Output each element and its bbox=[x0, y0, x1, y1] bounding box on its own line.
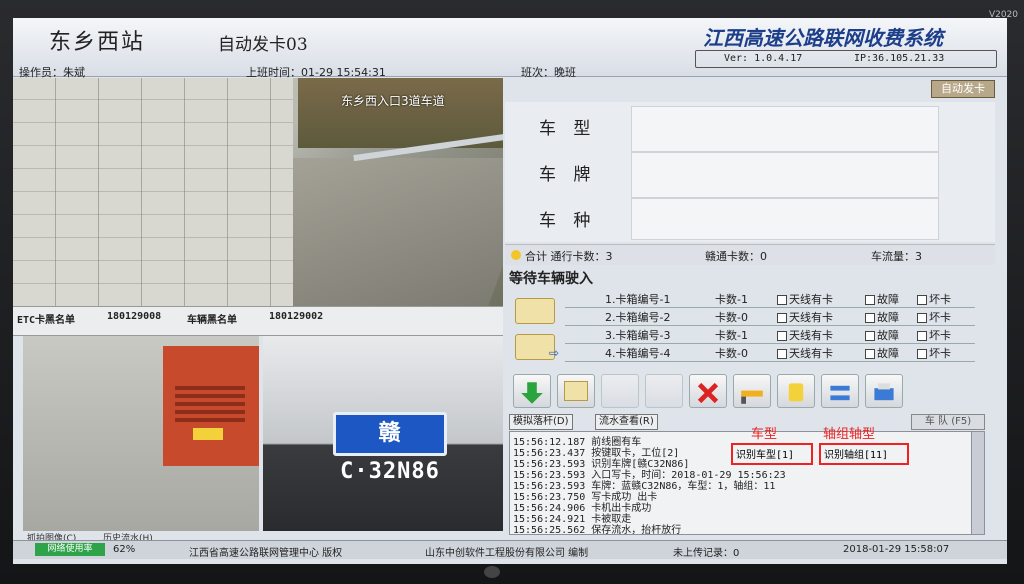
vehicle-type-annotation: 识别车型[1] bbox=[731, 443, 813, 465]
fault-check[interactable]: 故障 bbox=[865, 309, 899, 325]
antenna-check[interactable]: 天线有卡 bbox=[777, 309, 833, 325]
card-bin-row: 2.卡箱编号-2 卡数-0 天线有卡 故障 坏卡 bbox=[565, 308, 975, 326]
datetime: 2018-01-29 15:58:07 bbox=[843, 544, 950, 555]
card-bin-row: 1.卡箱编号-1 卡数-1 天线有卡 故障 坏卡 bbox=[565, 290, 975, 308]
card-bins: ⇨ 1.卡箱编号-1 卡数-1 天线有卡 故障 坏卡 2.卡箱编号-2 卡数-0… bbox=[505, 290, 995, 370]
log-line: 15:56:25.562 保存流水，抬杆放行 bbox=[513, 525, 682, 535]
bin-count: 卡数-1 bbox=[715, 329, 748, 342]
bin-count: 卡数-1 bbox=[715, 293, 748, 306]
system-title: 江西高速公路联网收费系统 bbox=[703, 26, 943, 50]
gantong-cards: 赣通卡数：0 bbox=[705, 250, 767, 263]
counts-bar: 合计 通行卡数：3 赣通卡数：0 车流量：3 bbox=[505, 244, 995, 265]
bad-card-check[interactable]: 坏卡 bbox=[917, 345, 951, 361]
traffic-flow: 车流量：3 bbox=[871, 250, 922, 263]
fault-check[interactable]: 故障 bbox=[865, 327, 899, 343]
simulate-gate-button[interactable]: 模拟落杆(D) bbox=[509, 414, 573, 430]
disabled-tool-button[interactable] bbox=[645, 374, 683, 408]
vehicle-category-field bbox=[631, 198, 939, 240]
bin-number: 3.卡箱编号-3 bbox=[605, 329, 671, 342]
operator-bar: 操作员：朱斌 上班时间：01-29 15:54:31 班次：晚班 bbox=[13, 64, 1007, 79]
toll-screen: 东乡西站 自动发卡03 江西高速公路联网收费系统 Ver: 1.0.4.17 I… bbox=[13, 18, 1007, 564]
vehicle-category-label: 车 种 bbox=[539, 211, 597, 231]
toolbar bbox=[513, 374, 983, 410]
shift-text: 班次：晚班 bbox=[521, 66, 576, 79]
bin-number: 4.卡箱编号-4 bbox=[605, 347, 671, 360]
truck-image bbox=[163, 346, 259, 466]
cancel-button[interactable] bbox=[689, 374, 727, 408]
status-bar: 网络使用率 62% 江西省高速公路联网管理中心 版权 山东中创软件工程股份有限公… bbox=[13, 540, 1007, 559]
vehicle-info-panel: 车 型 车 牌 车 种 bbox=[505, 102, 995, 242]
vehicle-type-field bbox=[631, 106, 939, 152]
transfer-button[interactable] bbox=[821, 374, 859, 408]
vehicle-blacklist-value: 180129002 bbox=[269, 311, 324, 322]
station-name: 东乡西站 bbox=[49, 30, 146, 55]
action-row: 模拟落杆(D) 流水查看(R) 车 队 (F5) bbox=[509, 414, 985, 430]
hand-card-button[interactable] bbox=[777, 374, 815, 408]
camera-wall bbox=[13, 78, 293, 306]
transfer-icon bbox=[830, 385, 850, 401]
bin-count: 卡数-0 bbox=[715, 311, 748, 324]
etc-blacklist-label: ETC卡黑名单 bbox=[17, 315, 76, 326]
vehicle-type-label: 车 型 bbox=[539, 119, 597, 139]
truck-camera-view bbox=[23, 336, 259, 531]
bin-number: 2.卡箱编号-2 bbox=[605, 311, 671, 324]
etc-blacklist-value: 180129008 bbox=[107, 311, 162, 322]
vehicle-blacklist-label: 车辆黑名单 bbox=[187, 315, 237, 326]
antenna-check[interactable]: 天线有卡 bbox=[777, 327, 833, 343]
printer-icon bbox=[874, 383, 894, 401]
fault-check[interactable]: 故障 bbox=[865, 291, 899, 307]
axle-annotation: 识别轴组[11] bbox=[819, 443, 909, 465]
bad-card-check[interactable]: 坏卡 bbox=[917, 291, 951, 307]
status-dot-icon bbox=[511, 250, 521, 260]
vehicle-plate-field bbox=[631, 152, 939, 198]
antenna-check[interactable]: 天线有卡 bbox=[777, 345, 833, 361]
card-bin-icon bbox=[515, 298, 555, 324]
card-icon bbox=[564, 381, 588, 401]
bin-count: 卡数-0 bbox=[715, 347, 748, 360]
network-usage: 网络使用率 bbox=[35, 543, 105, 556]
axle-caption: 轴组轴型 bbox=[823, 427, 876, 442]
barrier-icon bbox=[741, 390, 763, 404]
down-arrow-button[interactable] bbox=[513, 374, 551, 408]
camera-overlay-label: 东乡西入口3道车道 bbox=[341, 94, 445, 108]
company-text: 山东中创软件工程股份有限公司 编制 bbox=[425, 548, 589, 559]
card-button[interactable] bbox=[557, 374, 595, 408]
blacklist-strip: ETC卡黑名单 180129008 车辆黑名单 180129002 bbox=[13, 306, 503, 336]
bad-card-check[interactable]: 坏卡 bbox=[917, 309, 951, 325]
flow-view-button[interactable]: 流水查看(R) bbox=[595, 414, 658, 430]
disabled-tool-button[interactable] bbox=[601, 374, 639, 408]
total-cards: 合计 通行卡数：3 bbox=[525, 250, 613, 263]
plate-capture: 赣C·32N86 bbox=[333, 412, 447, 484]
waiting-status: 等待车辆驶入 bbox=[509, 271, 593, 287]
arrow-right-icon: ⇨ bbox=[549, 346, 560, 360]
log-scrollbar[interactable] bbox=[971, 431, 985, 535]
vehicle-type-caption: 车型 bbox=[751, 427, 778, 442]
monitor-logo bbox=[484, 566, 500, 578]
antenna-check[interactable]: 天线有卡 bbox=[777, 291, 833, 307]
lane-camera-view: 东乡西入口3道车道 bbox=[13, 78, 503, 306]
card-bin-row: 4.卡箱编号-4 卡数-0 天线有卡 故障 坏卡 bbox=[565, 344, 975, 362]
fault-check[interactable]: 故障 bbox=[865, 345, 899, 361]
bin-number: 1.卡箱编号-1 bbox=[605, 293, 671, 306]
lane-name: 自动发卡03 bbox=[218, 35, 308, 55]
card-bin-row: 3.卡箱编号-3 卡数-1 天线有卡 故障 坏卡 bbox=[565, 326, 975, 344]
plate-camera-view: 赣C·32N86 bbox=[263, 336, 503, 531]
vehicle-plate-label: 车 牌 bbox=[539, 165, 597, 185]
printer-button[interactable] bbox=[865, 374, 903, 408]
red-x-icon bbox=[697, 382, 719, 404]
barrier-button[interactable] bbox=[733, 374, 771, 408]
bad-card-check[interactable]: 坏卡 bbox=[917, 327, 951, 343]
green-down-arrow-icon bbox=[521, 382, 543, 404]
auto-card-mode-button[interactable]: 自动发卡 bbox=[931, 80, 995, 98]
card-hand-icon bbox=[788, 383, 804, 402]
network-percent: 62% bbox=[113, 544, 136, 555]
upload-count: 未上传记录：0 bbox=[673, 548, 740, 559]
queue-button[interactable]: 车 队 (F5) bbox=[911, 414, 985, 430]
copyright-text: 江西省高速公路联网管理中心 版权 bbox=[189, 548, 343, 559]
